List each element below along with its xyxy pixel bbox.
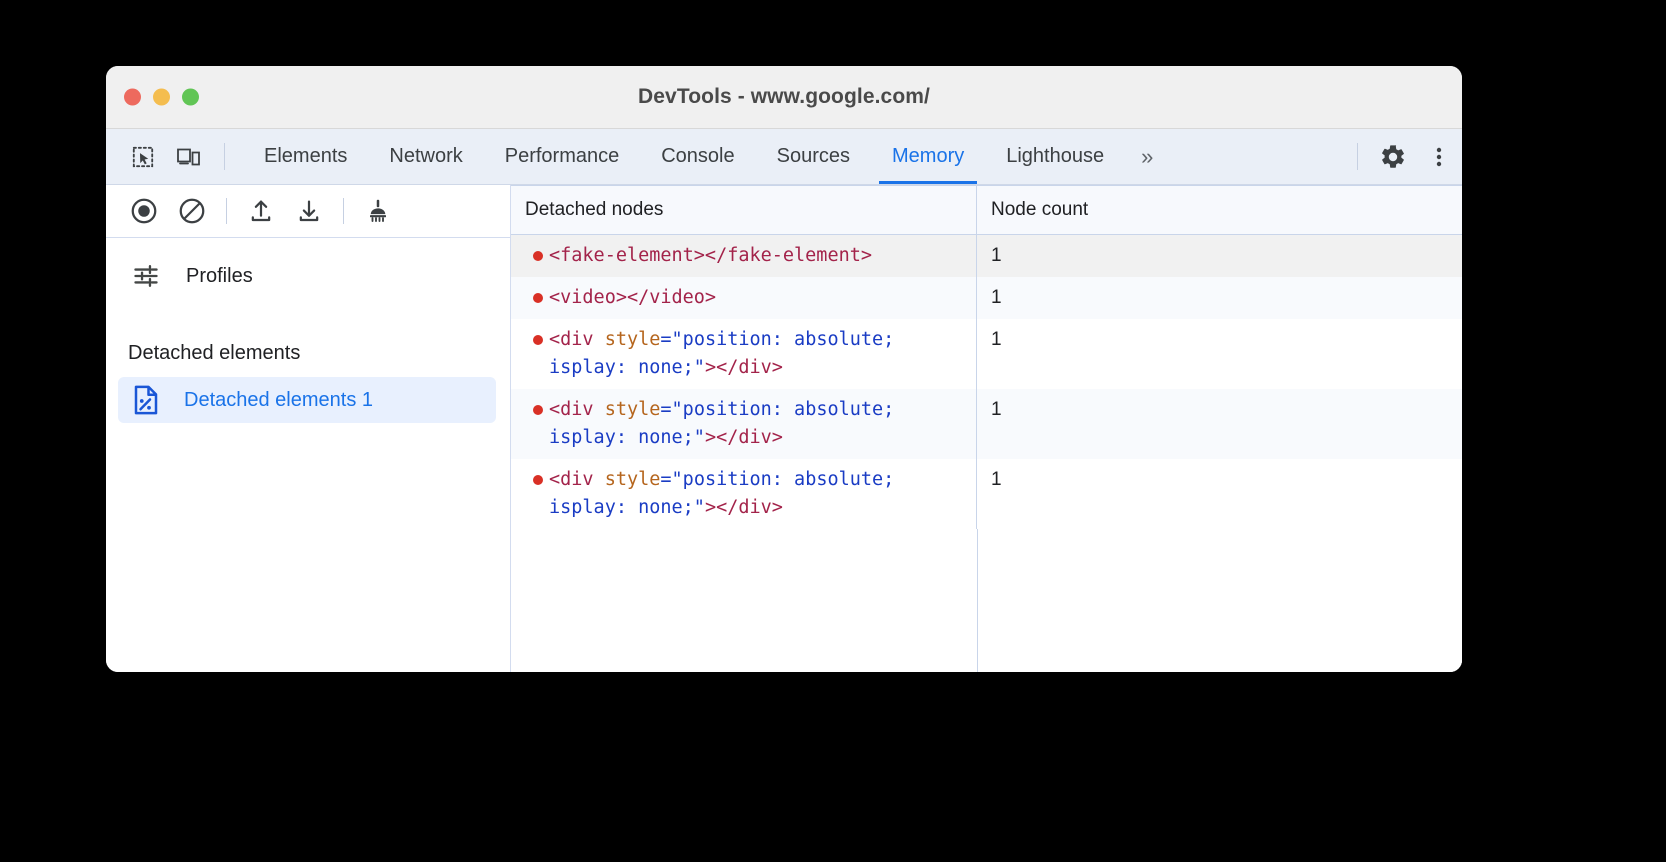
collect-garbage-button[interactable]: [354, 191, 402, 231]
code-token-attr: style: [605, 329, 661, 350]
code-token-tag: ></div>: [705, 497, 783, 518]
table-empty-area: [511, 529, 1462, 672]
minimize-window-button[interactable]: [153, 89, 170, 106]
cell-detached-node[interactable]: <div style="position: absolute;isplay: n…: [511, 319, 977, 389]
tab-elements[interactable]: Elements: [243, 129, 368, 184]
cell-detached-node[interactable]: <div style="position: absolute;isplay: n…: [511, 389, 977, 459]
window-title-bar: DevTools - www.google.com/: [106, 66, 1462, 129]
detached-node-marker-icon: [533, 475, 543, 485]
record-button[interactable]: [120, 191, 168, 231]
code-line: isplay: none;"></div>: [549, 494, 972, 522]
close-window-button[interactable]: [124, 89, 141, 106]
devtools-tab-bar: Elements Network Performance Console Sou…: [106, 129, 1462, 185]
panel-tabs: Elements Network Performance Console Sou…: [243, 129, 1167, 184]
settings-gear-icon[interactable]: [1370, 129, 1416, 184]
code-token-tag: ></div>: [705, 357, 783, 378]
clear-button[interactable]: [168, 191, 216, 231]
cell-node-count: 1: [977, 319, 1462, 389]
code-line: <fake-element></fake-element>: [549, 242, 972, 270]
detached-node-marker-icon: [533, 335, 543, 345]
tabbar-divider: [224, 143, 225, 170]
table-row[interactable]: <video></video> 1: [511, 277, 1462, 319]
detached-node-marker-icon: [533, 405, 543, 415]
table-row[interactable]: <div style="position: absolute;isplay: n…: [511, 389, 1462, 459]
profiles-sidebar: Profiles Detached elements Detached ele: [106, 238, 510, 672]
save-profile-button[interactable]: [285, 191, 333, 231]
tab-console[interactable]: Console: [640, 129, 755, 184]
code-token-val: isplay: none;": [549, 497, 705, 518]
tabbar-right-actions: [1345, 129, 1462, 184]
profile-toolbar: [106, 185, 510, 238]
code-line: <div style="position: absolute;: [549, 396, 972, 424]
profile-toolbar-divider-2: [343, 198, 344, 224]
memory-left-panel: Profiles Detached elements Detached ele: [106, 185, 511, 672]
tab-network[interactable]: Network: [368, 129, 483, 184]
detached-profile-document-icon: [132, 385, 160, 415]
sidebar-profiles-label: Profiles: [186, 265, 253, 288]
sidebar-group-title-detached-elements: Detached elements: [106, 342, 510, 365]
sidebar-item-label: Detached elements 1: [184, 389, 373, 412]
devtools-body: Profiles Detached elements Detached ele: [106, 185, 1462, 672]
table-body: <fake-element></fake-element>1<video></v…: [511, 235, 1462, 529]
detached-node-marker-icon: [533, 251, 543, 261]
cell-detached-node[interactable]: <fake-element></fake-element>: [511, 235, 977, 277]
table-empty-right: [978, 529, 1462, 672]
code-token-val: ="position: absolute;: [660, 399, 894, 420]
table-header-row: Detached nodes Node count: [511, 185, 1462, 235]
code-line: <div style="position: absolute;: [549, 466, 972, 494]
sidebar-item-detached-elements-1[interactable]: Detached elements 1: [118, 377, 496, 423]
detached-nodes-table: Detached nodes Node count <fake-element>…: [511, 185, 1462, 672]
tab-sources[interactable]: Sources: [756, 129, 871, 184]
code-line: <video></video>: [549, 284, 972, 312]
more-tabs-icon[interactable]: »: [1125, 129, 1167, 184]
device-toolbar-icon[interactable]: [166, 129, 212, 184]
cell-node-count: 1: [977, 459, 1462, 529]
code-token-tag: <div: [549, 399, 605, 420]
table-row[interactable]: <div style="position: absolute;isplay: n…: [511, 459, 1462, 529]
code-token-val: ="position: absolute;: [660, 469, 894, 490]
code-token-tag: <fake-element></fake-element>: [549, 245, 872, 266]
cell-node-count: 1: [977, 277, 1462, 319]
table-row[interactable]: <div style="position: absolute;isplay: n…: [511, 319, 1462, 389]
load-profile-button[interactable]: [237, 191, 285, 231]
more-options-icon[interactable]: [1416, 129, 1462, 184]
table-row[interactable]: <fake-element></fake-element> 1: [511, 235, 1462, 277]
sidebar-item-profiles[interactable]: Profiles: [106, 252, 510, 300]
tune-sliders-icon: [132, 262, 160, 290]
inspect-element-icon[interactable]: [120, 129, 166, 184]
code-token-attr: style: [605, 469, 661, 490]
tab-performance[interactable]: Performance: [484, 129, 641, 184]
maximize-window-button[interactable]: [182, 89, 199, 106]
tab-lighthouse[interactable]: Lighthouse: [985, 129, 1125, 184]
tab-memory[interactable]: Memory: [871, 129, 985, 184]
code-token-tag: <video></video>: [549, 287, 716, 308]
column-header-node-count[interactable]: Node count: [977, 186, 1462, 234]
detached-elements-panel: Detached nodes Node count <fake-element>…: [511, 185, 1462, 672]
detached-node-marker-icon: [533, 293, 543, 303]
cell-node-count: 1: [977, 389, 1462, 459]
code-token-val: isplay: none;": [549, 427, 705, 448]
traffic-lights: [124, 89, 199, 106]
window-title: DevTools - www.google.com/: [106, 85, 1462, 109]
code-token-val: isplay: none;": [549, 357, 705, 378]
profile-toolbar-divider-1: [226, 198, 227, 224]
code-line: isplay: none;"></div>: [549, 354, 972, 382]
table-empty-left: [511, 529, 978, 672]
code-token-tag: <div: [549, 329, 605, 350]
code-token-attr: style: [605, 399, 661, 420]
code-line: <div style="position: absolute;: [549, 326, 972, 354]
tabbar-right-divider: [1357, 143, 1358, 170]
code-token-tag: <div: [549, 469, 605, 490]
devtools-window: DevTools - www.google.com/ Elements: [106, 66, 1462, 672]
cell-detached-node[interactable]: <div style="position: absolute;isplay: n…: [511, 459, 977, 529]
cell-node-count: 1: [977, 235, 1462, 277]
code-token-val: ="position: absolute;: [660, 329, 894, 350]
cell-detached-node[interactable]: <video></video>: [511, 277, 977, 319]
code-line: isplay: none;"></div>: [549, 424, 972, 452]
column-header-detached-nodes[interactable]: Detached nodes: [511, 186, 977, 234]
code-token-tag: ></div>: [705, 427, 783, 448]
